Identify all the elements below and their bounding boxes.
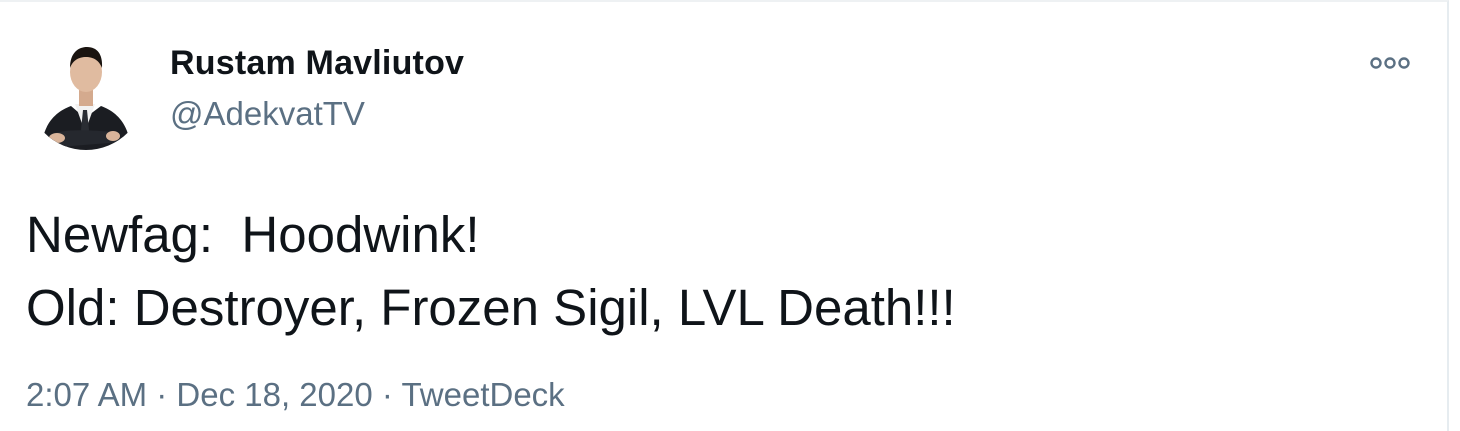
tweet-text: Newfag: Hoodwink! Old: Destroyer, Frozen…	[26, 198, 1406, 344]
tweet-text-line: Newfag: Hoodwink!	[26, 206, 480, 263]
meta-separator: ·	[147, 376, 177, 413]
more-options-icon	[1370, 57, 1410, 69]
author-handle[interactable]: @AdekvatTV	[170, 95, 365, 133]
meta-separator: ·	[372, 376, 402, 413]
more-options-button[interactable]	[1364, 46, 1416, 80]
tweet-date[interactable]: Dec 18, 2020	[176, 376, 372, 413]
tweet-time[interactable]: 2:07 AM	[26, 376, 147, 413]
author-display-name[interactable]: Rustam Mavliutov	[170, 44, 464, 83]
tweet-source-link[interactable]: TweetDeck	[401, 376, 564, 413]
tweet-text-line: Old: Destroyer, Frozen Sigil, LVL Death!…	[26, 279, 956, 336]
avatar-photo	[27, 32, 145, 150]
avatar[interactable]	[27, 32, 145, 150]
tweet-metadata: 2:07 AM · Dec 18, 2020 · TweetDeck	[26, 376, 565, 414]
tweet-card: Rustam Mavliutov @AdekvatTV Newfag: Hood…	[0, 0, 1449, 431]
